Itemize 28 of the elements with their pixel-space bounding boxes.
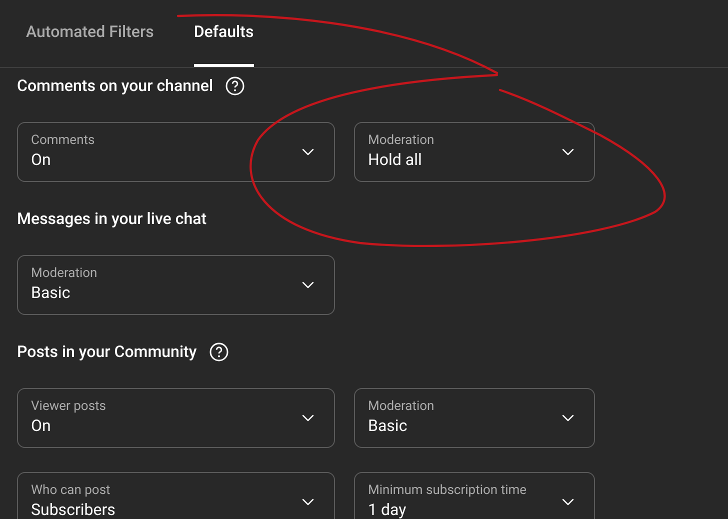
tab[interactable]: Defaults: [194, 0, 254, 67]
field-value: Basic: [31, 282, 72, 304]
section-heading: Messages in your live chat: [17, 208, 207, 230]
field-value: On: [31, 149, 52, 171]
help-icon[interactable]: [208, 342, 229, 362]
dropdown-field[interactable]: Who can post Subscribers: [17, 472, 335, 519]
dropdown-field[interactable]: Moderation Basic: [354, 388, 595, 448]
dropdown-field[interactable]: Comments On: [17, 122, 335, 182]
help-icon[interactable]: [225, 76, 246, 96]
field-label: Moderation: [31, 266, 98, 282]
field-value: 1 day: [368, 499, 408, 519]
field-label: Viewer posts: [31, 399, 106, 415]
field-label: Moderation: [368, 133, 434, 149]
section-heading: Posts in your Community: [17, 341, 197, 363]
tab[interactable]: Automated Filters: [26, 0, 154, 67]
dropdown-field[interactable]: Moderation Basic: [17, 255, 335, 315]
field-value: Hold all: [368, 149, 423, 171]
dropdown-field[interactable]: Moderation Hold all: [354, 122, 595, 182]
field-value: On: [31, 415, 52, 437]
field-label: Comments: [31, 133, 95, 149]
field-label: Moderation: [368, 399, 434, 415]
field-value: Subscribers: [31, 499, 116, 519]
dropdown-field[interactable]: Viewer posts On: [17, 388, 335, 448]
field-value: Basic: [368, 415, 408, 437]
dropdown-field[interactable]: Minimum subscription time 1 day: [354, 472, 595, 519]
section-heading: Comments on your channel: [17, 75, 214, 97]
field-label: Minimum subscription time: [368, 483, 527, 499]
field-label: Who can post: [31, 483, 112, 499]
